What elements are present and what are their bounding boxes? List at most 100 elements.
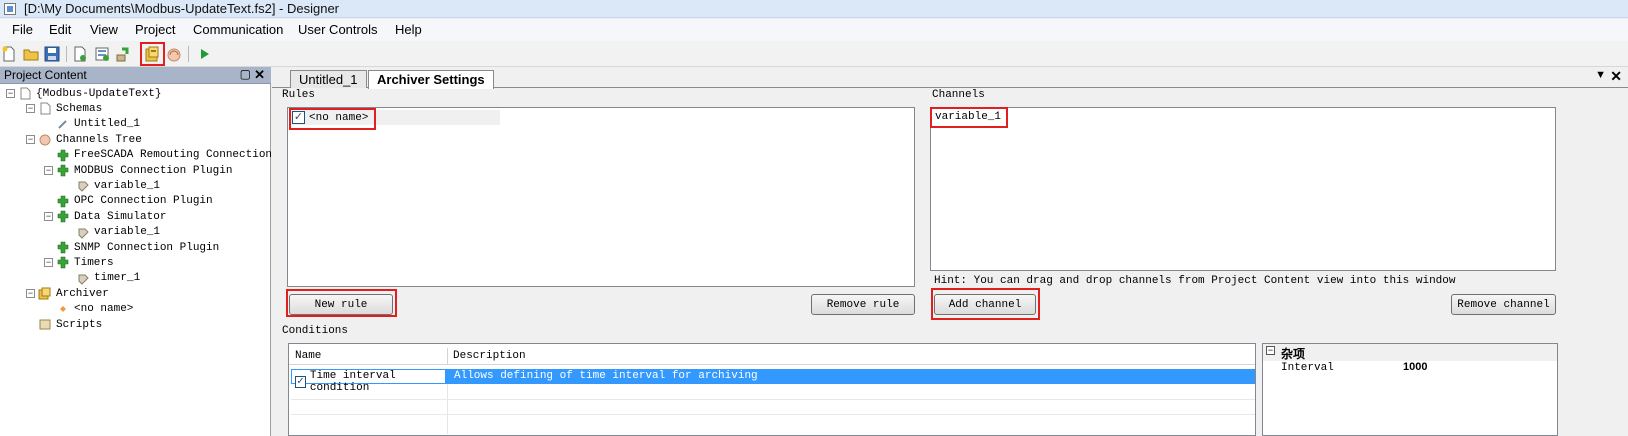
add-document-icon[interactable] — [93, 45, 111, 63]
rules-label: Rules — [282, 89, 316, 101]
plugin-icon — [56, 195, 70, 208]
variable-icon — [76, 272, 90, 285]
tree-item[interactable]: FreeSCADA Remouting Connection Pl — [44, 148, 292, 163]
tree-item[interactable]: variable_1 — [64, 178, 160, 193]
tree-item-label: SNMP Connection Plugin — [74, 241, 220, 254]
title-bar: [D:\My Documents\Modbus-UpdateText.fs2] … — [0, 0, 1628, 18]
menu-project[interactable]: Project — [135, 22, 175, 37]
new-rule-button[interactable]: New rule — [289, 294, 393, 315]
archiver-icon[interactable] — [143, 45, 161, 63]
tree-item[interactable]: Untitled_1 — [44, 117, 140, 132]
property-grid[interactable]: − 杂项 Interval 1000 — [1262, 343, 1558, 436]
tree-item-label: variable_1 — [94, 179, 161, 192]
new-file-icon[interactable] — [0, 45, 18, 63]
tree-item[interactable]: SNMP Connection Plugin — [44, 240, 219, 255]
panel-header: Project Content ▢ ✕ — [0, 67, 271, 84]
scripts-icon — [38, 318, 52, 331]
tree-item-label: variable_1 — [94, 226, 161, 239]
tree-item[interactable]: − Archiver — [26, 286, 109, 301]
collapse-icon[interactable]: − — [26, 104, 35, 114]
property-row[interactable]: Interval 1000 — [1263, 361, 1557, 376]
condition-checkbox[interactable]: ✓ — [295, 376, 306, 388]
tree-item-label: Channels Tree — [56, 133, 142, 146]
column-name[interactable]: Name — [295, 350, 321, 362]
close-icon[interactable]: ✕ — [254, 67, 265, 83]
menu-edit[interactable]: Edit — [49, 22, 71, 37]
rule-checkbox[interactable]: ✓ — [292, 111, 305, 124]
open-folder-icon[interactable] — [22, 45, 40, 63]
plugin-icon — [56, 210, 70, 223]
add-channel-button[interactable]: Add channel — [934, 294, 1036, 315]
schema-icon — [56, 118, 70, 131]
menu-view[interactable]: View — [90, 22, 118, 37]
toolbar-separator — [188, 46, 189, 62]
collapse-icon[interactable]: − — [26, 289, 35, 299]
condition-description: Allows defining of time interval for arc… — [454, 370, 758, 382]
channel-plugin-icon[interactable] — [115, 45, 133, 63]
close-tab-icon[interactable]: ✕ — [1610, 68, 1622, 85]
save-icon[interactable] — [43, 45, 61, 63]
channels-hint: Hint: You can drag and drop channels fro… — [934, 275, 1456, 287]
tree-item-label: Untitled_1 — [74, 118, 141, 131]
add-schema-icon[interactable] — [71, 45, 89, 63]
project-content-panel: Project Content ▢ ✕ − {Modbus-UpdateText}… — [0, 67, 292, 436]
collapse-icon[interactable]: − — [44, 258, 53, 268]
collapse-icon[interactable]: − — [6, 89, 15, 98]
tree-item[interactable]: − Channels Tree — [26, 132, 142, 147]
tab-strip: Untitled_1 Archiver Settings ▼ ✕ — [272, 67, 1628, 89]
tree-item[interactable]: − MODBUS Connection Plugin — [44, 163, 232, 178]
condition-name: Time interval condition — [309, 370, 396, 394]
tree-item-label: Timers — [74, 256, 114, 269]
tree-item[interactable]: − Schemas — [26, 101, 102, 116]
channels-tree-icon — [38, 133, 52, 146]
tab-list-dropdown-icon[interactable]: ▼ — [1595, 69, 1606, 81]
toolbar-separator — [66, 46, 67, 62]
tree-item[interactable]: Scripts — [26, 317, 102, 332]
tree-item-label: Data Simulator — [74, 210, 167, 223]
menu-user-controls[interactable]: User Controls — [298, 22, 377, 37]
collapse-icon[interactable]: − — [1266, 346, 1275, 355]
name-cell: ✓ Time interval condition — [291, 369, 446, 394]
rule-item[interactable]: ✓ <no name> — [292, 111, 368, 124]
collapse-icon[interactable]: − — [44, 212, 53, 222]
remove-channel-button[interactable]: Remove channel — [1451, 294, 1556, 315]
property-name: Interval — [1281, 362, 1334, 374]
document-area: Untitled_1 Archiver Settings ▼ ✕ Rules ✓… — [272, 67, 1628, 436]
run-icon[interactable] — [195, 45, 213, 63]
menu-help[interactable]: Help — [395, 22, 422, 37]
tree-item-label: FreeSCADA Remouting Connection Pl — [74, 149, 292, 162]
tab-archiver-settings[interactable]: Archiver Settings — [368, 70, 494, 89]
variable-icon — [76, 179, 90, 193]
table-row[interactable]: ✓ Time interval condition Allows definin… — [291, 369, 1255, 394]
remove-rule-button[interactable]: Remove rule — [811, 294, 915, 315]
row-divider — [291, 399, 1255, 400]
tree-item-label: Archiver — [56, 287, 109, 300]
tree-item-label: OPC Connection Plugin — [74, 195, 213, 208]
archiver-icon — [38, 287, 52, 300]
tab-untitled-1[interactable]: Untitled_1 — [290, 70, 367, 88]
menu-file[interactable]: File — [12, 22, 33, 37]
property-value[interactable]: 1000 — [1403, 361, 1427, 373]
tree-item[interactable]: OPC Connection Plugin — [44, 194, 213, 209]
collapse-icon[interactable]: − — [26, 135, 35, 145]
column-description[interactable]: Description — [453, 350, 526, 362]
tree-item[interactable]: variable_1 — [64, 225, 160, 240]
plugin-icon — [56, 164, 70, 177]
tree-item[interactable]: − Data Simulator — [44, 209, 166, 224]
tree-item[interactable]: − Timers — [44, 255, 114, 270]
window-title: [D:\My Documents\Modbus-UpdateText.fs2] … — [24, 1, 340, 16]
project-icon — [18, 87, 32, 100]
conditions-grid[interactable]: Name Description ✓ Time interval conditi… — [288, 343, 1256, 436]
schemas-icon — [38, 102, 52, 115]
channels-list[interactable]: variable_1 — [930, 107, 1556, 271]
channel-item[interactable]: variable_1 — [935, 111, 1001, 123]
collapse-icon[interactable]: − — [44, 166, 53, 175]
channels-icon[interactable] — [165, 45, 183, 63]
tree-item[interactable]: − {Modbus-UpdateText} — [6, 86, 161, 101]
tree-item[interactable]: <no name> — [44, 302, 133, 317]
rules-list[interactable]: ✓ <no name> — [287, 107, 915, 287]
pin-icon[interactable]: ▢ — [240, 67, 251, 81]
channels-label: Channels — [932, 89, 985, 101]
menu-communication[interactable]: Communication — [193, 22, 283, 37]
tree-item[interactable]: timer_1 — [64, 271, 140, 286]
